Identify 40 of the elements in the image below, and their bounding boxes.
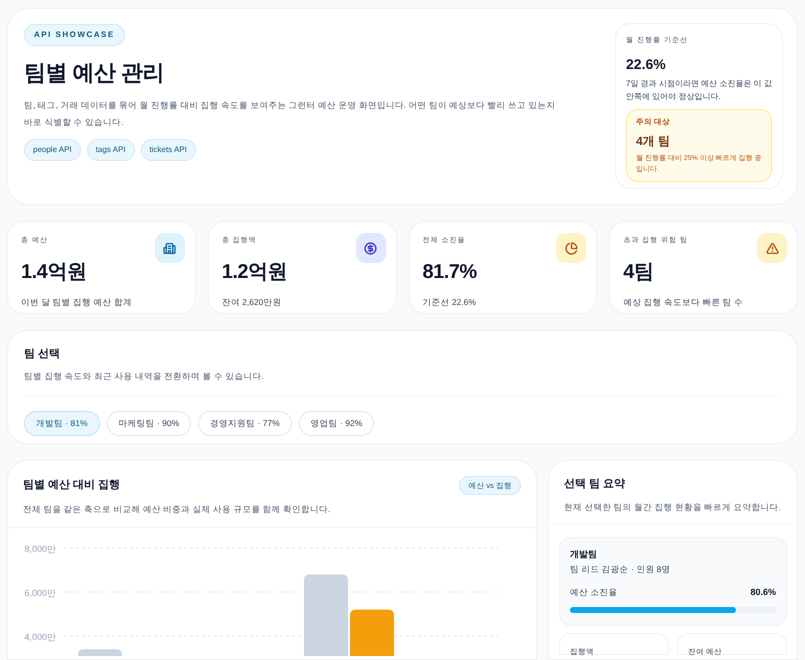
team-lead: 팀 리드 김광순 · 인원 8명	[570, 563, 672, 576]
showcase-badge: API SHOWCASE	[24, 24, 125, 46]
section-description: 전체 팀을 같은 축으로 비교해 예산 비중과 실제 사용 규모를 함께 확인합니다.	[23, 503, 332, 516]
team-chip[interactable]: 영업팀 · 92%	[298, 411, 374, 436]
team-chip[interactable]: 경영지원팀 · 77%	[198, 411, 292, 436]
alert-value: 4개 팀	[636, 132, 672, 150]
section-description: 현재 선택한 팀의 월간 집행 현황을 빠르게 요약합니다.	[564, 500, 782, 514]
stat-note: 기준선 22.6%	[422, 296, 477, 308]
warning-icon	[757, 233, 787, 263]
api-tag: tags API	[86, 139, 134, 161]
api-tag: people API	[24, 139, 81, 161]
axis-label: 4,000만	[24, 632, 56, 642]
section-description: 팀별 집행 속도와 최근 사용 내역을 전환하며 볼 수 있습니다.	[24, 370, 265, 382]
page-description: 팀, 태그, 거래 데이터를 묶어 월 진행률 대비 집행 속도를 보여주는 그런터 예산 운영 화면입니다. 어떤 팀이 예상보다 빨리 쓰고 있는지 바로 식별할 수 있습니다.	[24, 99, 556, 129]
axis-label: 8,000만	[24, 544, 56, 554]
bar	[350, 610, 394, 656]
stat-value: 4팀	[623, 260, 654, 284]
stat-note: 잔여 2,620만원	[222, 296, 282, 308]
building-icon	[154, 233, 185, 263]
rate-value: 80.6%	[750, 586, 776, 599]
team-chip[interactable]: 마케팅팀 · 90%	[106, 411, 192, 436]
stat-note: 이번 달 팀별 집행 예산 합계	[21, 296, 133, 308]
dollar-icon	[356, 233, 386, 263]
axis-label: 6,000만	[24, 588, 56, 598]
rate-label: 예산 소진율	[570, 586, 618, 599]
pie-chart-icon	[556, 233, 586, 263]
stat-note: 예상 집행 속도보다 빠른 팀 수	[623, 296, 744, 308]
team-name: 개발팀	[570, 550, 598, 560]
stat-value: 81.7%	[422, 260, 478, 284]
page-title: 팀별 예산 관리	[24, 59, 164, 87]
stat-value: 1.4억원	[21, 260, 88, 284]
baseline-value: 22.6%	[626, 54, 667, 74]
section-title: 선택 팀 요약	[564, 477, 626, 492]
team-chip[interactable]: 개발팀 · 81%	[24, 411, 100, 436]
bar	[78, 649, 122, 656]
stat-value: 1.2억원	[222, 260, 288, 284]
api-tag: tickets API	[140, 139, 196, 161]
section-title: 팀 선택	[24, 347, 62, 362]
section-title: 팀별 예산 대비 집행	[23, 478, 120, 494]
baseline-note: 7일 경과 시점이라면 예산 소진율은 이 값 안쪽에 있어야 정상입니다.	[626, 78, 772, 102]
